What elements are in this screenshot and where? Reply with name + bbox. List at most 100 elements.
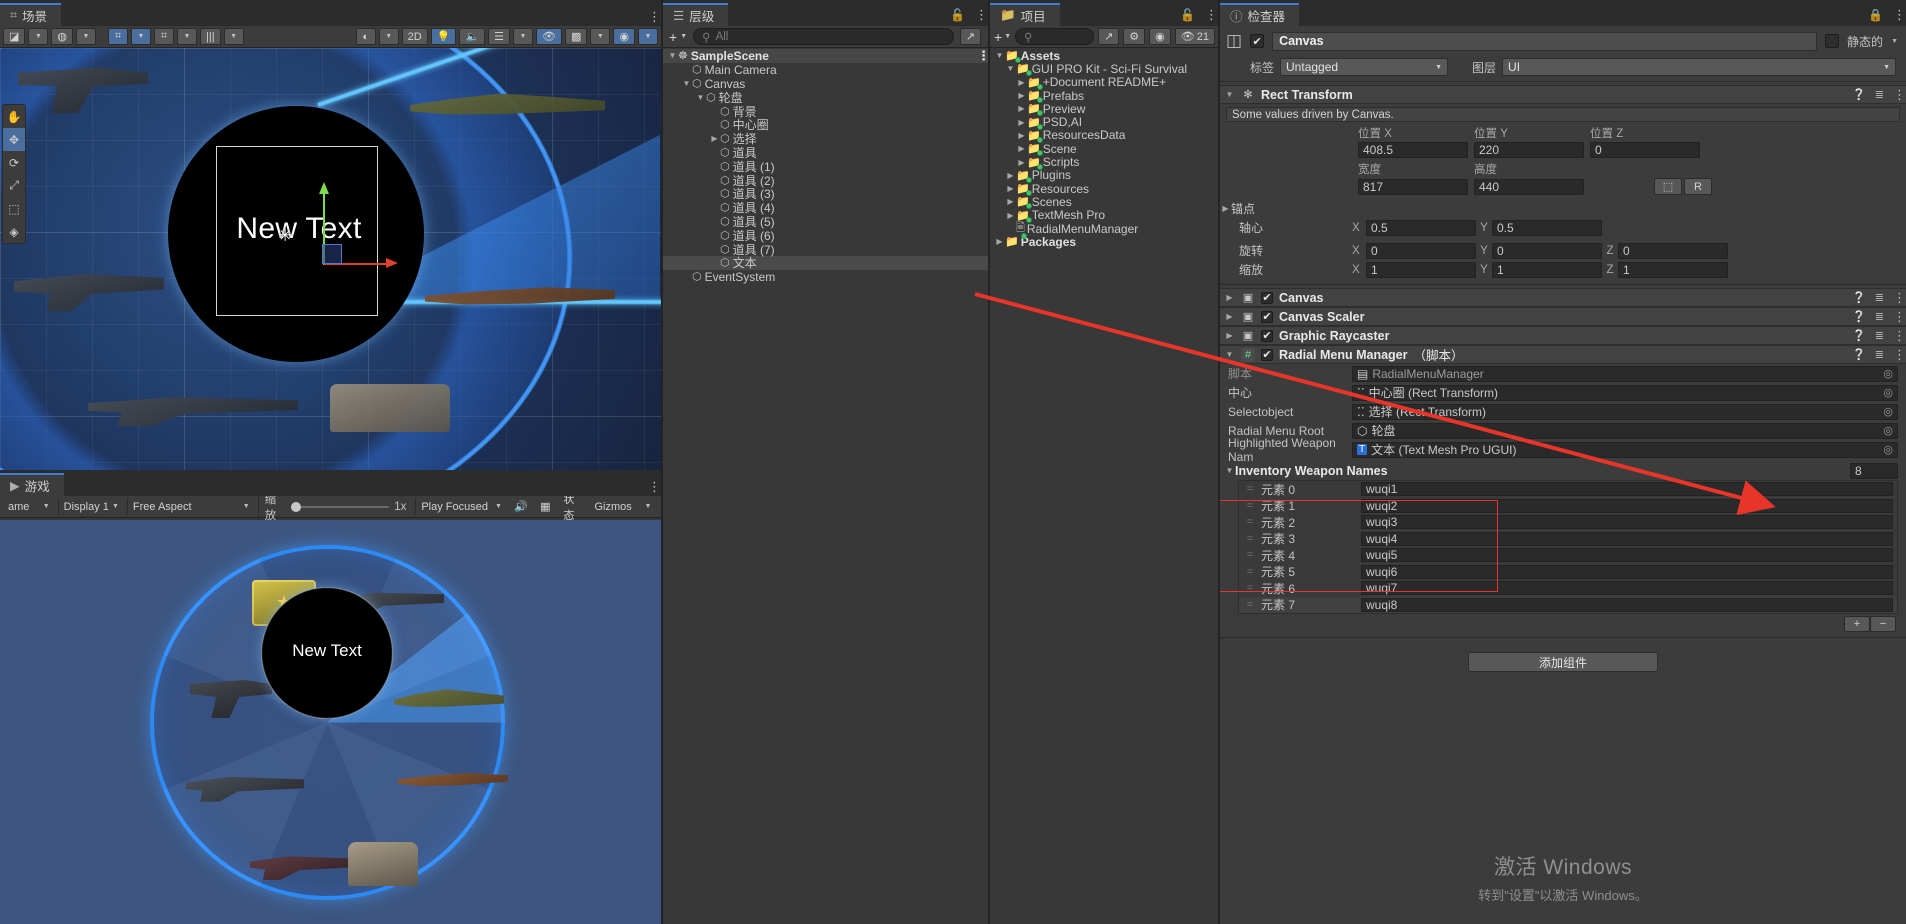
rotate-tool-icon[interactable]: ⟳ (3, 151, 25, 174)
tab-project[interactable]: 📁 项目 (990, 3, 1060, 26)
scale-tool-icon[interactable]: ⤢ (3, 174, 25, 197)
pos-z-input[interactable]: 0 (1590, 142, 1700, 158)
pivot-mode-button[interactable]: ◪ (3, 28, 26, 45)
hierarchy-item-7[interactable]: ⬡ 道具 (663, 146, 988, 160)
hierarchy-item-11[interactable]: ⬡ 道具 (4) (663, 201, 988, 215)
rect-transform-foldout-icon[interactable]: ▼ (1224, 90, 1235, 99)
hierarchy-foldout-icon[interactable]: ▶ (709, 134, 720, 143)
component-kebab-icon[interactable]: ⋮ (1893, 329, 1906, 342)
drag-handle-icon[interactable]: = (1239, 566, 1261, 578)
component-foldout-icon[interactable]: ▶ (1224, 331, 1235, 340)
increment-snap-caret[interactable]: ▼ (223, 28, 244, 45)
project-item-4[interactable]: ▶ 📁 Preview (990, 102, 1218, 117)
project-foldout-icon[interactable]: ▶ (1005, 171, 1016, 180)
project-foldout-icon[interactable]: ▶ (1005, 197, 1016, 206)
hierarchy-item-8[interactable]: ⬡ 道具 (1) (663, 159, 988, 174)
scale-x-input[interactable]: 1 (1366, 261, 1476, 278)
project-foldout-icon[interactable]: ▶ (1016, 131, 1027, 140)
hierarchy-item-1[interactable]: ⬡ Main Camera (663, 63, 988, 77)
pivot-rotation-button[interactable]: ◍ (51, 28, 74, 45)
game-grid-button[interactable]: ▦ (535, 498, 555, 515)
hierarchy-item-5[interactable]: ⬡ 中心圈 (663, 118, 988, 132)
game-kebab-icon[interactable]: ⋮ (648, 480, 661, 493)
array-size-input[interactable]: 8 (1850, 462, 1898, 479)
scene-hierarchy-splitter[interactable] (661, 0, 663, 924)
scene-row-kebab-icon[interactable]: ⋮ (977, 49, 988, 62)
preset-icon[interactable]: ≣ (1875, 329, 1884, 342)
array-row-5[interactable]: = 元素 5 wuqi6 (1239, 564, 1897, 581)
scene-lighting-button[interactable]: 💡 (430, 28, 457, 45)
static-caret-icon[interactable]: ▼ (1891, 38, 1898, 45)
project-foldout-icon[interactable]: ▶ (1016, 118, 1027, 127)
project-hidden-count-button[interactable]: 👁 21 (1174, 28, 1215, 45)
component-enabled-checkbox[interactable]: ✔ (1261, 329, 1273, 342)
scene-camera-caret[interactable]: ▼ (590, 28, 611, 45)
project-item-3[interactable]: ▶ 📁 Prefabs (990, 89, 1218, 104)
rot-z-input[interactable]: 0 (1618, 242, 1728, 259)
array-element-input[interactable]: wuqi4 (1361, 531, 1893, 546)
hierarchy-item-0[interactable]: ▼ ☸ SampleScene ⋮ (663, 49, 988, 63)
array-remove-button[interactable]: − (1870, 616, 1896, 632)
anchors-foldout-icon[interactable]: ▶ (1220, 204, 1231, 213)
project-item-2[interactable]: ▶ 📁 +Document README+ (990, 75, 1218, 90)
tab-inspector[interactable]: ⓘ 检查器 (1220, 3, 1300, 26)
project-tree[interactable]: ▼ 📁 Assets ▼ 📁 GUI PRO Kit - Sci-Fi Survival ▶… (990, 49, 1218, 924)
scale-y-input[interactable]: 1 (1492, 261, 1602, 278)
help-icon[interactable]: ❔ (1852, 88, 1866, 101)
component-header-0[interactable]: ▶ ▣ ✔ Canvas ❔ ≣ ⋮ (1220, 288, 1906, 307)
rmm-object-field[interactable]: ⬡ 轮盘 ◎ (1352, 422, 1898, 439)
project-item-13[interactable]: 🗎 RadialMenuManager (990, 222, 1218, 240)
hierarchy-item-16[interactable]: ⬡ EventSystem (663, 270, 988, 284)
project-foldout-icon[interactable]: ▶ (1016, 144, 1027, 153)
inspector-kebab-icon[interactable]: ⋮ (1893, 8, 1906, 21)
object-picker-icon[interactable]: ◎ (1883, 367, 1893, 380)
rmm-preset-icon[interactable]: ≣ (1875, 348, 1884, 361)
hierarchy-foldout-icon[interactable]: ▼ (681, 79, 692, 88)
array-element-input[interactable]: wuqi8 (1361, 597, 1893, 612)
rmm-object-field[interactable]: ▤ RadialMenuManager ◎ (1352, 365, 1898, 382)
hierarchy-foldout-icon[interactable]: ▼ (667, 51, 678, 60)
stats-button[interactable]: 状态 (558, 494, 588, 522)
scene-visibility-button[interactable]: 👁 (536, 28, 562, 45)
project-item-5[interactable]: ▶ 📁 PSD,AI (990, 115, 1218, 130)
pos-y-input[interactable]: 220 (1474, 142, 1584, 158)
shading-mode-caret[interactable]: ▼ (378, 28, 399, 45)
drag-handle-icon[interactable]: = (1239, 533, 1261, 545)
display-dropdown[interactable]: Display 1 ▼ (57, 498, 124, 515)
scene-viewport[interactable]: New Text ✳ ✋ ✥ ⟳ ⤢ ⬚ ◈ (0, 48, 661, 470)
component-kebab-icon[interactable]: ⋮ (1893, 291, 1906, 304)
rot-y-input[interactable]: 0 (1492, 242, 1602, 259)
lock-icon[interactable]: 🔓 (950, 8, 965, 22)
rmm-object-field[interactable]: T 文本 (Text Mesh Pro UGUI) ◎ (1352, 441, 1898, 458)
scene-audio-button[interactable]: 🔈 (459, 28, 486, 45)
pivot-rotation-caret[interactable]: ▼ (76, 28, 97, 45)
hierarchy-kebab-icon[interactable]: ⋮ (975, 8, 988, 21)
array-foldout-icon[interactable]: ▼ (1224, 466, 1235, 475)
hierarchy-item-6[interactable]: ▶ ⬡ 选择 (663, 132, 988, 146)
game-target-dropdown[interactable]: ame ▼ (3, 498, 55, 515)
project-foldout-icon[interactable]: ▶ (1016, 158, 1027, 167)
anchors-row[interactable]: ▶ 锚点 (1220, 199, 1906, 218)
array-element-input[interactable]: wuqi2 (1361, 498, 1893, 513)
add-component-button[interactable]: 添加组件 (1468, 652, 1658, 672)
gizmos-caret[interactable]: ▼ (638, 498, 658, 515)
array-row-2[interactable]: = 元素 2 wuqi3 (1239, 514, 1897, 531)
project-add-button[interactable]: + ▼ (994, 29, 1011, 45)
rmm-object-field[interactable]: ⁚⁚ 选择 (Rect Transform) ◎ (1352, 403, 1898, 420)
project-item-1[interactable]: ▼ 📁 GUI PRO Kit - Sci-Fi Survival (990, 62, 1218, 77)
object-picker-icon[interactable]: ◎ (1883, 405, 1893, 418)
grid-snapping-button[interactable]: ⌗ (108, 28, 129, 45)
vertex-snapping-caret[interactable]: ▼ (177, 28, 198, 45)
drag-handle-icon[interactable]: = (1239, 516, 1261, 528)
drag-handle-icon[interactable]: = (1239, 599, 1261, 611)
move-gizmo-plane-handle[interactable] (322, 244, 342, 264)
unlock-icon[interactable]: 🔓 (1180, 8, 1195, 22)
lock-closed-icon[interactable]: 🔒 (1868, 8, 1883, 22)
tag-dropdown[interactable]: Untagged ▼ (1280, 58, 1449, 76)
tab-game[interactable]: ▶ 游戏 (0, 473, 64, 496)
array-row-7[interactable]: = 元素 7 wuqi8 (1239, 596, 1897, 613)
preset-icon[interactable]: ≣ (1875, 310, 1884, 323)
project-foldout-icon[interactable]: ▶ (1016, 91, 1027, 100)
rmm-enabled-checkbox[interactable]: ✔ (1261, 348, 1273, 361)
project-item-7[interactable]: ▶ 📁 Scene (990, 142, 1218, 157)
